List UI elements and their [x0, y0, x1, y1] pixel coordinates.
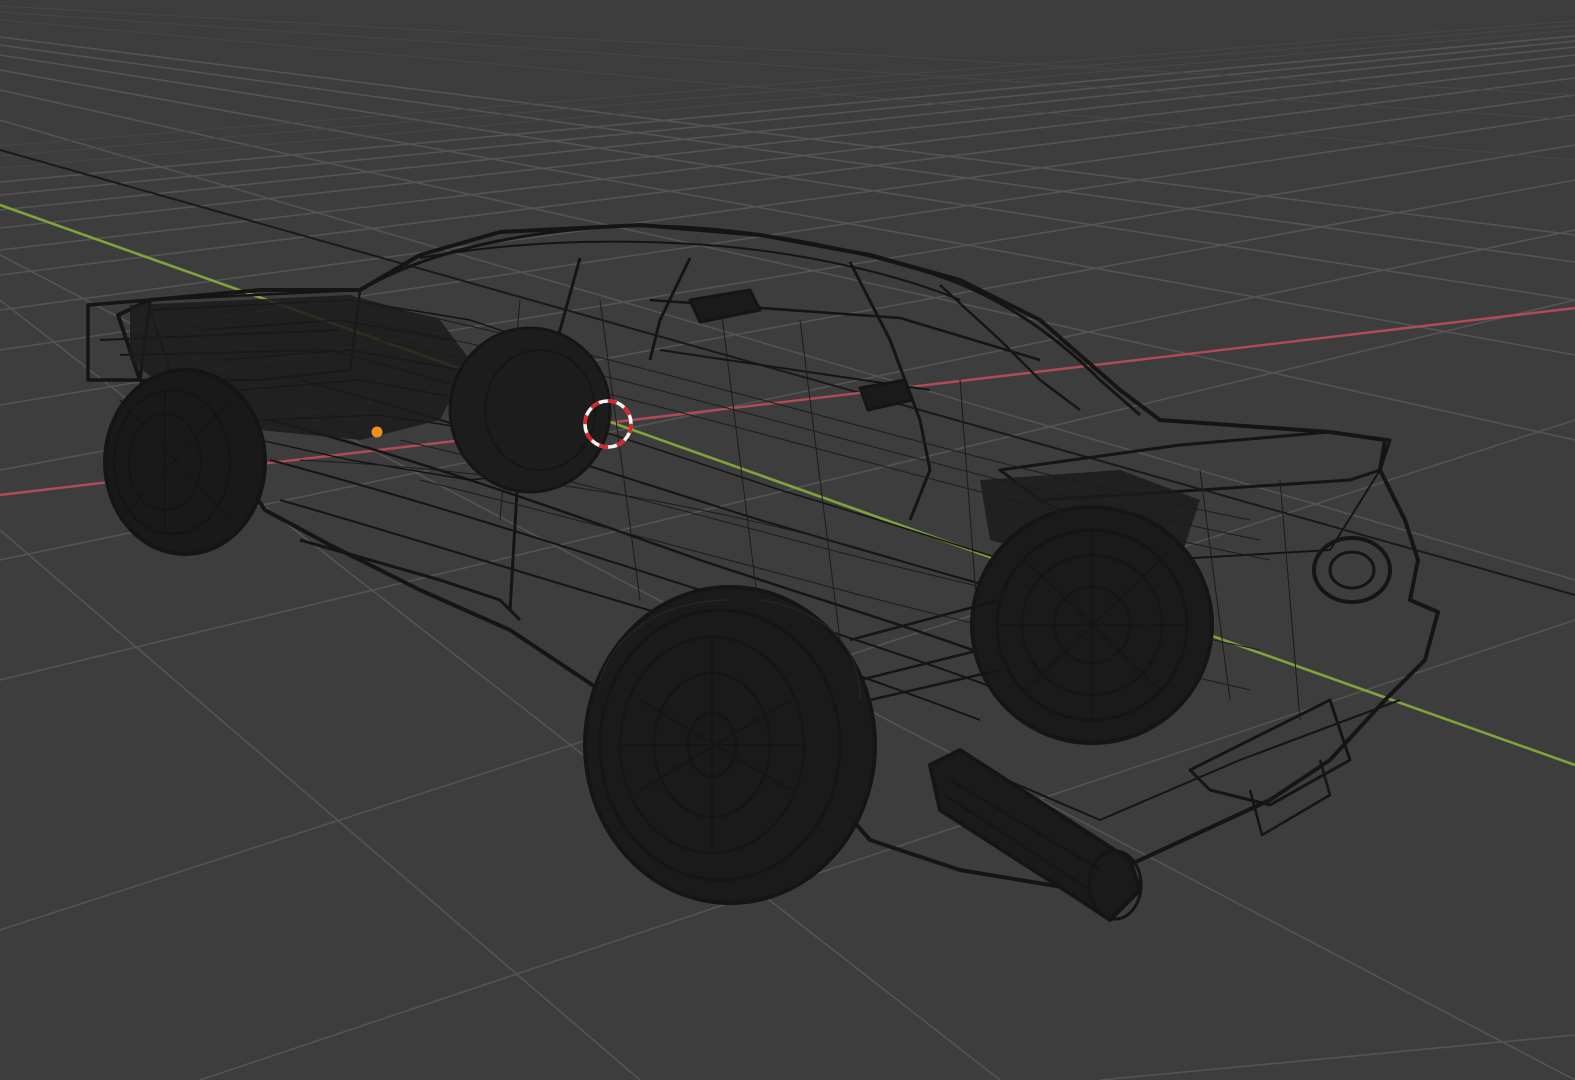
wheel-rear-right [970, 505, 1214, 745]
wheel-front-left [103, 368, 267, 556]
wheel-front-right [448, 326, 612, 494]
object-origin-dot[interactable] [371, 426, 383, 438]
3d-viewport[interactable] [0, 0, 1575, 1080]
floor-grid-distant [0, 5, 1575, 169]
floor-grid [0, 35, 1575, 1080]
wheel-rear-left [583, 585, 877, 905]
viewport-canvas[interactable] [0, 0, 1575, 1080]
